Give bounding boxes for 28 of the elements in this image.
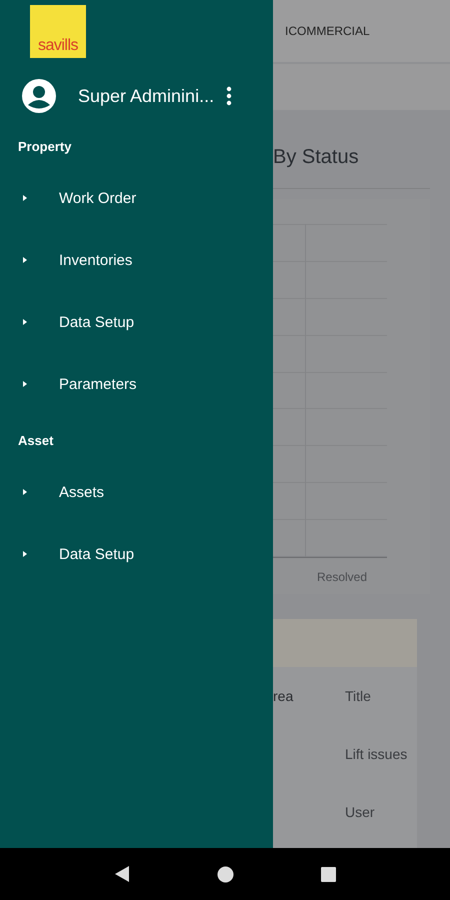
axis-label: Resolved	[317, 570, 368, 584]
section-heading: Property	[17, 138, 72, 156]
menu-item[interactable]: Parameters	[59, 376, 137, 392]
card-title: By Status	[273, 146, 430, 189]
caret-icon[interactable]	[22, 194, 28, 202]
section-heading: Asset	[17, 432, 54, 450]
logo: savills	[30, 5, 86, 58]
menu-item[interactable]: Data Setup	[59, 314, 134, 330]
back-icon[interactable]	[114, 865, 130, 883]
table-cell: Lift issues	[345, 746, 408, 762]
column-header: Title	[345, 688, 371, 704]
menu-item[interactable]: Assets	[59, 484, 104, 500]
caret-icon[interactable]	[22, 256, 28, 264]
avatar-icon	[22, 79, 56, 113]
home-icon[interactable]	[216, 866, 234, 882]
caret-icon[interactable]	[22, 488, 28, 496]
menu-item[interactable]: Work Order	[59, 190, 136, 206]
column-header: rea	[273, 688, 294, 704]
menu-item[interactable]: Inventories	[59, 252, 132, 268]
table-cell: User	[345, 804, 375, 820]
more-icon[interactable]	[226, 86, 232, 106]
caret-icon[interactable]	[22, 380, 28, 388]
menu-item[interactable]: Data Setup	[59, 546, 134, 562]
caret-icon[interactable]	[22, 318, 28, 326]
recents-icon[interactable]	[321, 866, 336, 882]
user-name: Super Adminini...	[78, 86, 214, 106]
caret-icon[interactable]	[22, 550, 28, 558]
app-title: ICOMMERCIAL	[285, 24, 370, 38]
